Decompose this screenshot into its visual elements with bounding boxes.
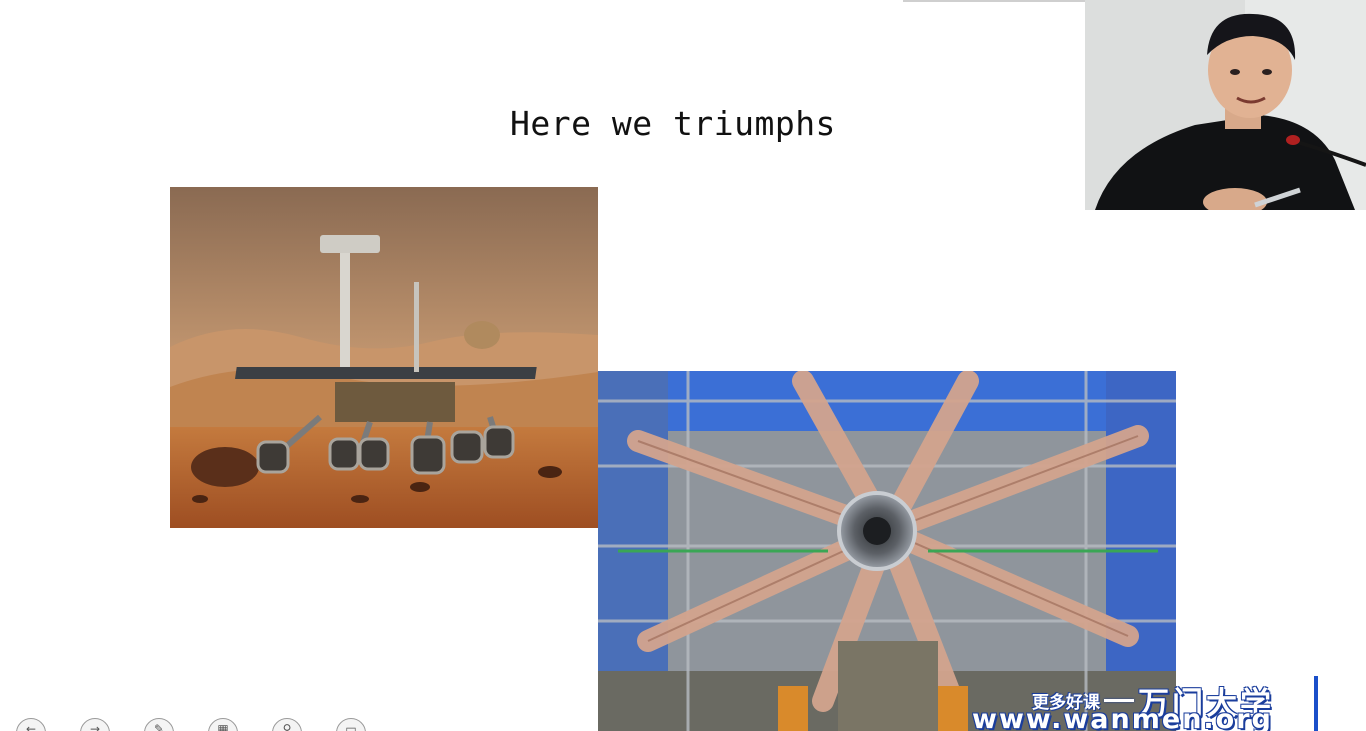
presenter-webcam [1085, 0, 1366, 210]
watermark-bar [1314, 676, 1318, 731]
presentation-slide: Here we triumphs 更多好课 万门大学 www.wanmen.or… [0, 0, 1366, 731]
pen-icon[interactable]: ✎ [144, 718, 174, 731]
presenter-toolbar: ← → ✎ ▦ ⚲ ▭ [16, 718, 366, 731]
more-options-icon[interactable]: ▭ [336, 718, 366, 731]
wanmen-watermark: 更多好课 万门大学 www.wanmen.org [972, 668, 1366, 731]
zoom-icon[interactable]: ⚲ [272, 718, 302, 731]
next-arrow-icon[interactable]: → [80, 718, 110, 731]
watermark-url: www.wanmen.org [972, 704, 1273, 731]
watermark-dash [1104, 699, 1134, 702]
slides-grid-icon[interactable]: ▦ [208, 718, 238, 731]
mars-rover-image [170, 187, 598, 528]
previous-arrow-icon[interactable]: ← [16, 718, 46, 731]
